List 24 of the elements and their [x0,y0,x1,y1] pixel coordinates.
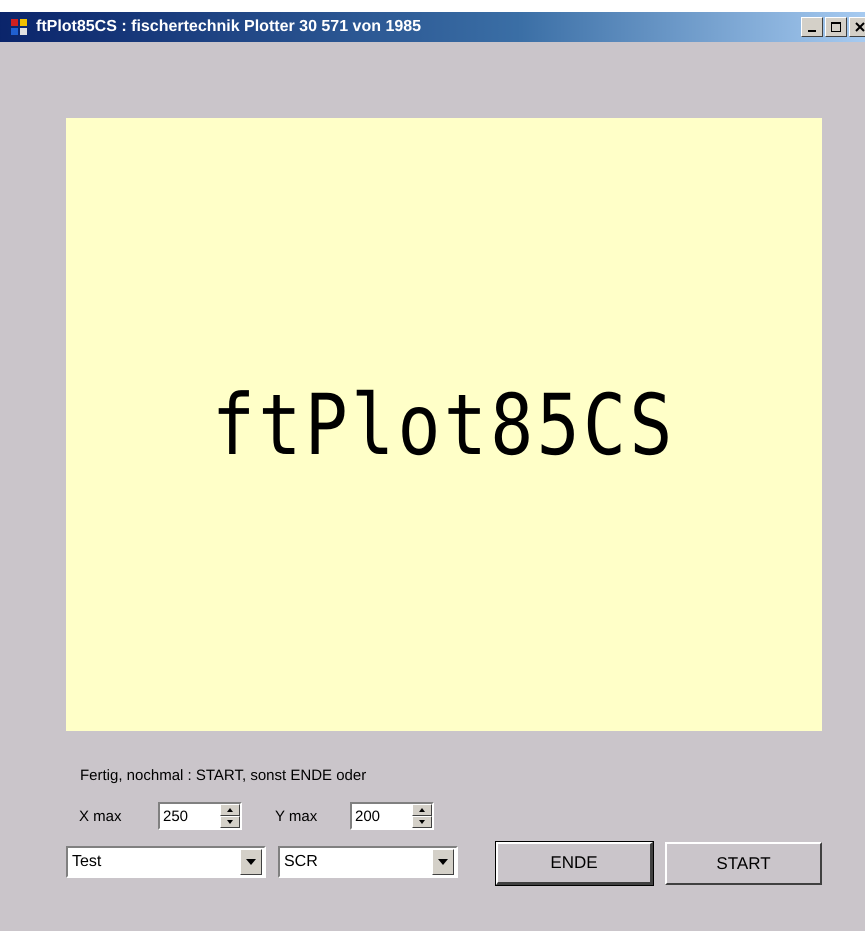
dropdown[interactable]: Test [66,846,266,878]
down-arrow-icon [227,820,233,824]
number-spinner[interactable]: 250 [158,802,242,830]
minimize-icon [808,30,816,32]
down-arrow-icon [419,820,425,824]
dropdown[interactable]: SCR [278,846,458,878]
maximize-button[interactable] [825,17,847,37]
spinner-label: X max [78,808,123,824]
status-text: Fertig, nochmal : START, sonst ENDE oder [80,767,368,784]
dropdown-arrow-icon [438,859,448,865]
close-button[interactable] [849,17,865,37]
minimize-button[interactable] [801,17,823,37]
plot-text: ftPlot85CS [212,376,676,474]
up-arrow-icon [227,808,233,812]
dropdown-arrow-icon [246,859,256,865]
window-icon [10,18,28,36]
window-title: ftPlot85CS : fischertechnik Plotter 30 571 von 1985 [36,18,422,36]
maximize-icon [831,22,841,32]
end-button[interactable]: ENDE [496,842,653,885]
up-arrow-icon [419,808,425,812]
start-button[interactable]: START [665,842,822,885]
number-spinner[interactable]: 200 [350,802,434,830]
close-icon [855,22,865,32]
spinner-label: Y max [274,808,318,824]
